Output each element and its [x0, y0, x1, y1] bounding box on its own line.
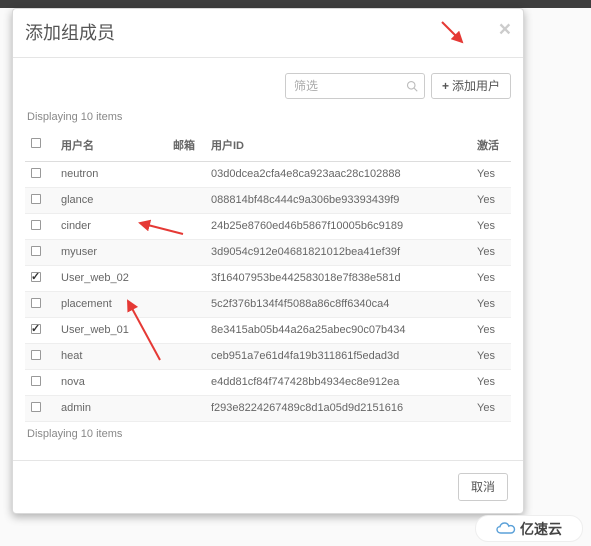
toolbar: + 添加用户: [25, 73, 511, 99]
cell-email: [167, 239, 205, 265]
cloud-icon: [496, 522, 516, 536]
cell-username: nova: [55, 369, 167, 395]
close-button[interactable]: ×: [499, 19, 511, 40]
cancel-button[interactable]: 取消: [458, 473, 508, 501]
cell-active: Yes: [471, 369, 511, 395]
table-row[interactable]: User_web_01 8e3415ab05b44a26a25abec90c07b…: [25, 317, 511, 343]
top-bar: [0, 0, 591, 8]
cell-active: Yes: [471, 291, 511, 317]
cell-userid: e4dd81cf84f747428bb4934ec8e912ea: [205, 369, 471, 395]
table-row[interactable]: placement 5c2f376b134f4f5088a86c8ff6340ca…: [25, 291, 511, 317]
cell-active: Yes: [471, 395, 511, 421]
cell-active: Yes: [471, 213, 511, 239]
table-row[interactable]: myuser 3d9054c912e04681821012bea41ef39fYe…: [25, 239, 511, 265]
displaying-count-top: Displaying 10 items: [25, 111, 511, 123]
cell-active: Yes: [471, 239, 511, 265]
filter-input[interactable]: [285, 73, 425, 99]
filter-wrap: [285, 73, 425, 99]
table-row[interactable]: User_web_02 3f16407953be442583018e7f838e5…: [25, 265, 511, 291]
cell-username: User_web_01: [55, 317, 167, 343]
table-body: neutron03d0dcea2cfa4e8ca923aac28c102888Y…: [25, 161, 511, 421]
plus-icon: +: [442, 79, 449, 93]
cell-email: [167, 161, 205, 187]
col-header-email[interactable]: 邮箱: [167, 129, 205, 162]
cell-userid: 24b25e8760ed46b5867f10005b6c9189: [205, 213, 471, 239]
row-checkbox[interactable]: [31, 272, 41, 282]
displaying-count-bottom: Displaying 10 items: [25, 428, 511, 440]
cell-username: placement: [55, 291, 167, 317]
select-all-checkbox[interactable]: [31, 138, 41, 148]
row-checkbox[interactable]: [31, 376, 41, 386]
table-header-row: 用户名 邮箱 用户ID 激活: [25, 129, 511, 162]
row-checkbox[interactable]: [31, 246, 41, 256]
cell-email: [167, 395, 205, 421]
cell-email: [167, 291, 205, 317]
table-row[interactable]: heat ceb951a7e61d4fa19b311861f5edad3dYes: [25, 343, 511, 369]
col-header-active[interactable]: 激活: [471, 129, 511, 162]
cell-userid: 03d0dcea2cfa4e8ca923aac28c102888: [205, 161, 471, 187]
cell-username: glance: [55, 187, 167, 213]
cell-username: myuser: [55, 239, 167, 265]
row-checkbox[interactable]: [31, 350, 41, 360]
cell-userid: 088814bf48c444c9a306be93393439f9: [205, 187, 471, 213]
row-checkbox[interactable]: [31, 324, 41, 334]
modal-header: 添加组成员 ×: [13, 9, 523, 58]
cell-email: [167, 265, 205, 291]
cell-username: User_web_02: [55, 265, 167, 291]
table-row[interactable]: admin f293e8224267489c8d1a05d9d2151616Yes: [25, 395, 511, 421]
modal-title: 添加组成员: [25, 23, 508, 45]
cell-email: [167, 213, 205, 239]
cell-active: Yes: [471, 161, 511, 187]
cell-email: [167, 343, 205, 369]
cell-username: heat: [55, 343, 167, 369]
cell-username: neutron: [55, 161, 167, 187]
col-header-username[interactable]: 用户名: [55, 129, 167, 162]
search-icon: [406, 80, 418, 92]
col-header-userid[interactable]: 用户ID: [205, 129, 471, 162]
cell-active: Yes: [471, 187, 511, 213]
cell-userid: 5c2f376b134f4f5088a86c8ff6340ca4: [205, 291, 471, 317]
table-row[interactable]: cinder 24b25e8760ed46b5867f10005b6c9189Ye…: [25, 213, 511, 239]
row-checkbox[interactable]: [31, 402, 41, 412]
row-checkbox[interactable]: [31, 194, 41, 204]
table-row[interactable]: nova e4dd81cf84f747428bb4934ec8e912eaYes: [25, 369, 511, 395]
cell-username: admin: [55, 395, 167, 421]
cell-email: [167, 369, 205, 395]
row-checkbox[interactable]: [31, 220, 41, 230]
cell-userid: ceb951a7e61d4fa19b311861f5edad3d: [205, 343, 471, 369]
add-user-button[interactable]: + 添加用户: [431, 73, 511, 99]
row-checkbox[interactable]: [31, 298, 41, 308]
cell-userid: 8e3415ab05b44a26a25abec90c07b434: [205, 317, 471, 343]
table-row[interactable]: neutron 03d0dcea2cfa4e8ca923aac28c102888Y…: [25, 161, 511, 187]
modal-body: + 添加用户 Displaying 10 items 用户名 邮箱 用户ID 激…: [13, 58, 523, 460]
row-checkbox[interactable]: [31, 168, 41, 178]
cell-userid: 3d9054c912e04681821012bea41ef39f: [205, 239, 471, 265]
add-user-label: 添加用户: [452, 77, 500, 94]
watermark-text: 亿速云: [520, 519, 562, 539]
modal-footer: 取消: [13, 460, 523, 513]
col-header-checkbox: [25, 129, 55, 162]
cell-username: cinder: [55, 213, 167, 239]
cell-email: [167, 187, 205, 213]
cell-userid: 3f16407953be442583018e7f838e581d: [205, 265, 471, 291]
add-group-members-modal: 添加组成员 × + 添加用户 Displaying 10 items: [12, 8, 524, 514]
cell-active: Yes: [471, 317, 511, 343]
cell-active: Yes: [471, 265, 511, 291]
cell-active: Yes: [471, 343, 511, 369]
table-row[interactable]: glance 088814bf48c444c9a306be93393439f9Ye…: [25, 187, 511, 213]
yisu-watermark: 亿速云: [475, 515, 583, 542]
cell-email: [167, 317, 205, 343]
users-table: 用户名 邮箱 用户ID 激活 neutron 03d0dcea2cfa4e8ca9…: [25, 129, 511, 422]
cell-userid: f293e8224267489c8d1a05d9d2151616: [205, 395, 471, 421]
